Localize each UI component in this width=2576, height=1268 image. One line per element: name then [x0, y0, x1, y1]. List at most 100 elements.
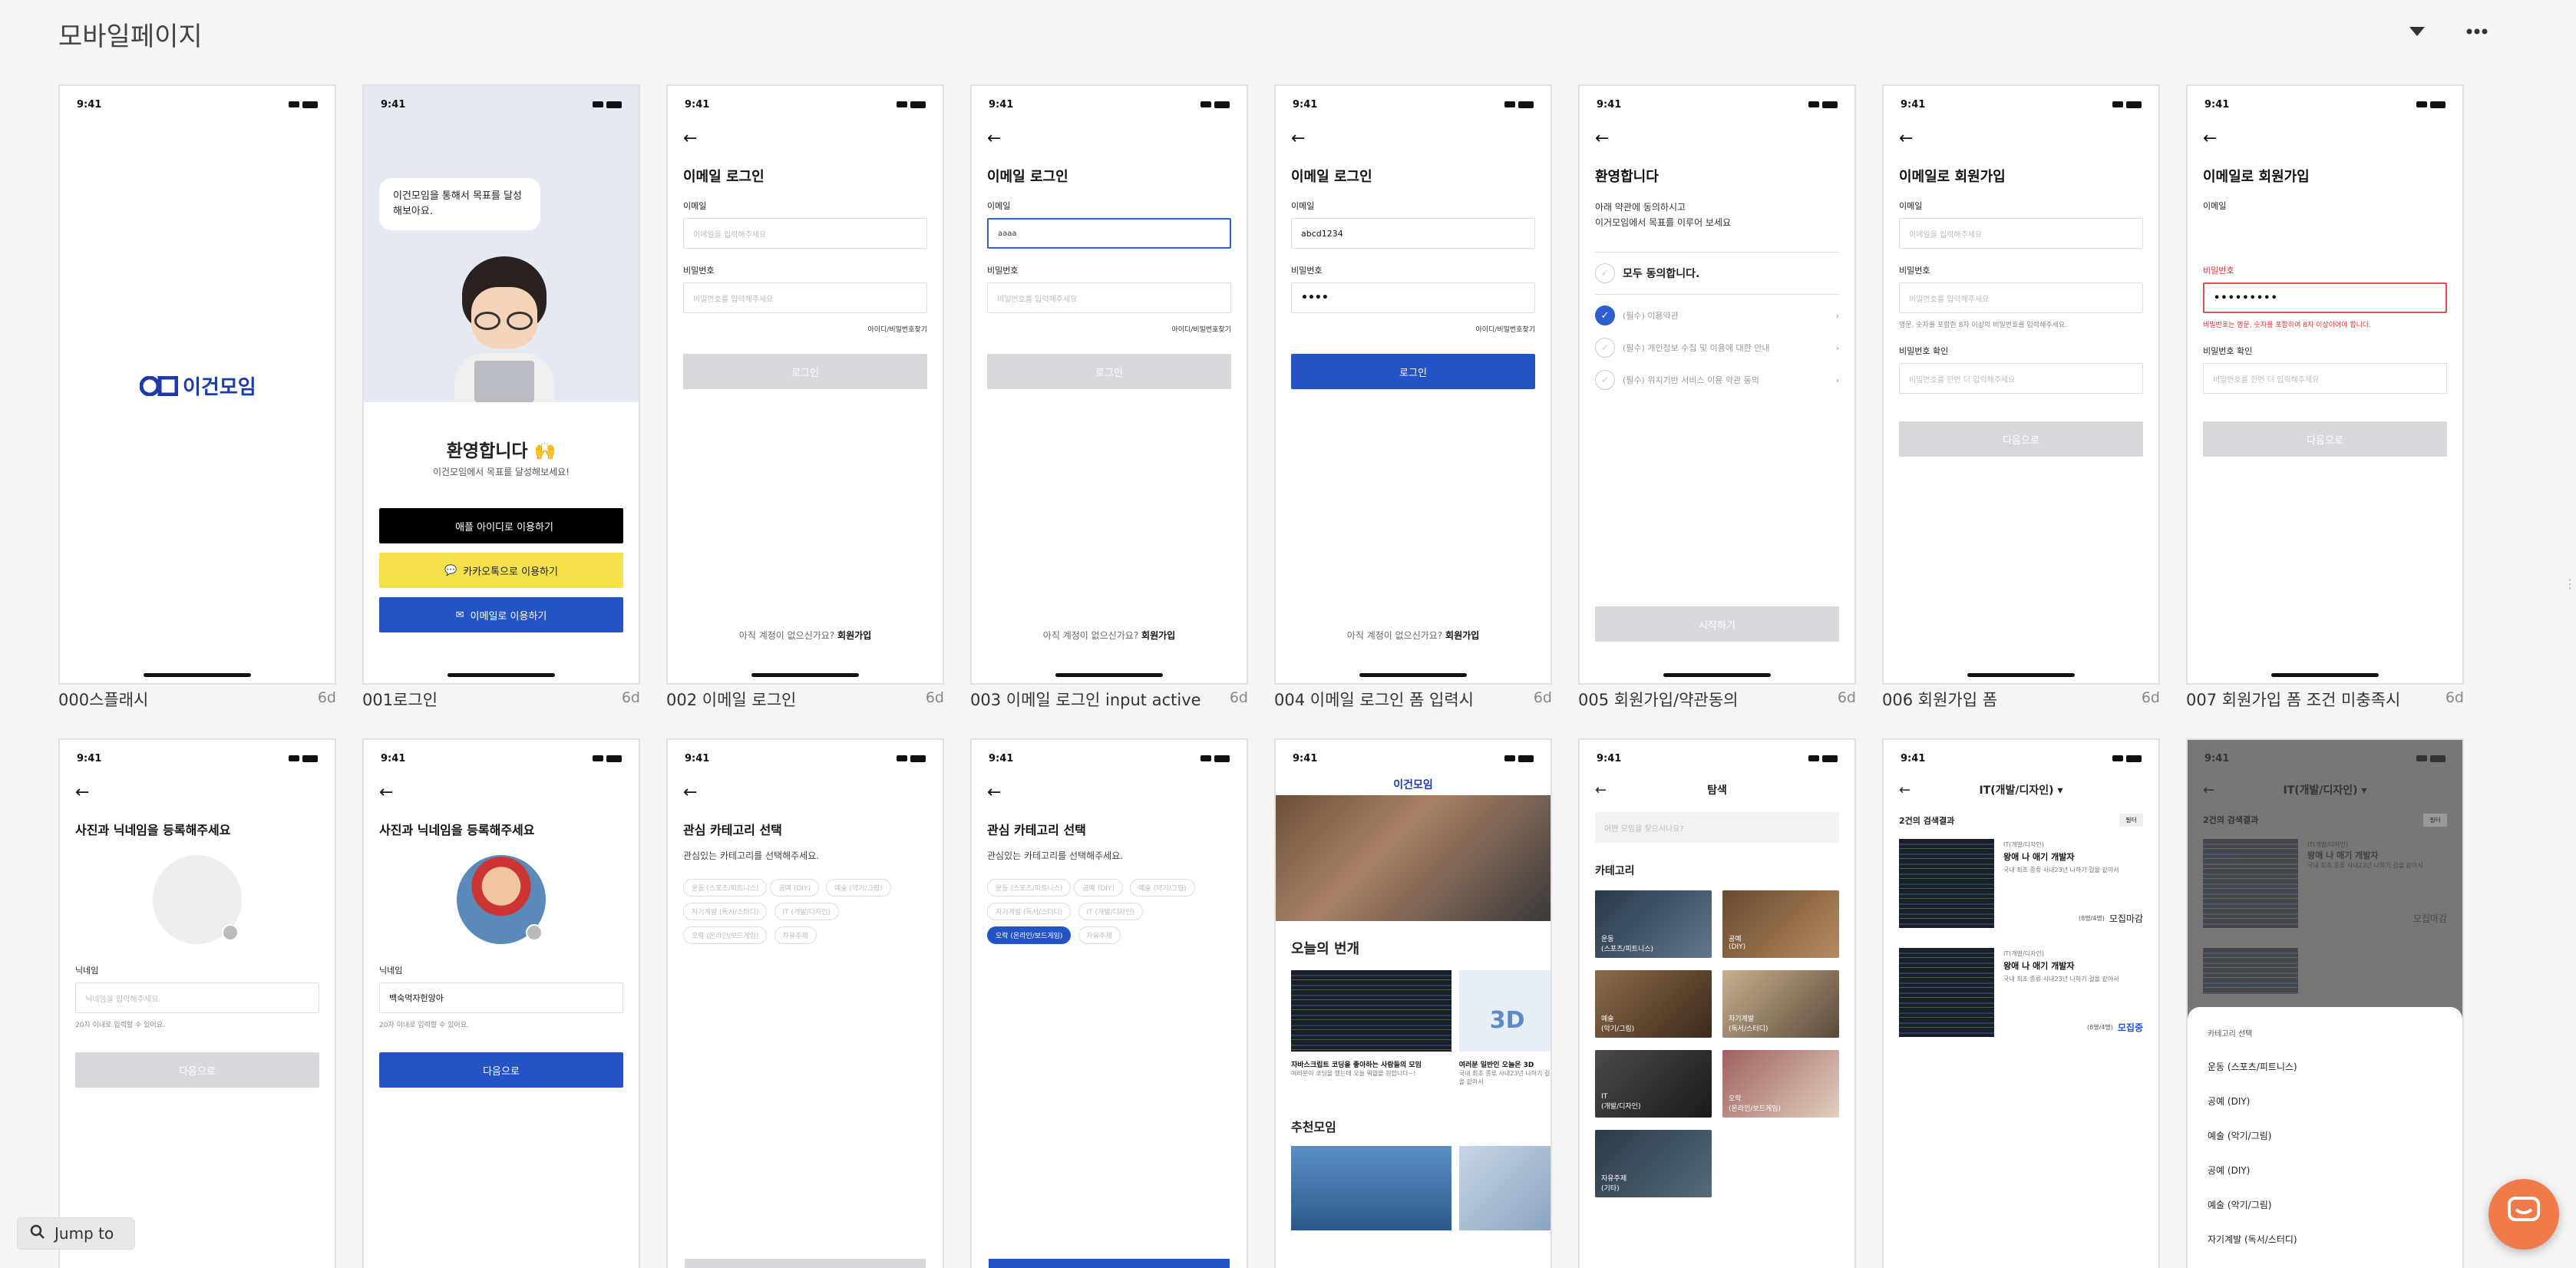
- drag-handle-icon[interactable]: ⋮: [2564, 578, 2576, 608]
- login-button[interactable]: 로그인: [1291, 354, 1535, 389]
- next-button[interactable]: 다음으로: [2203, 421, 2447, 457]
- avatar-photo[interactable]: [457, 855, 546, 944]
- more-icon[interactable]: [2464, 18, 2490, 45]
- check-circle-icon[interactable]: ✓: [1595, 370, 1615, 390]
- banner-image[interactable]: [1276, 795, 1551, 921]
- sheet-option[interactable]: 운동 (스포츠/피트니스): [2208, 1060, 2462, 1073]
- category-tile[interactable]: 자유주제 (기타): [1595, 1130, 1712, 1197]
- back-arrow-icon[interactable]: ←: [2203, 129, 2462, 150]
- back-arrow-icon[interactable]: ←: [1595, 129, 1854, 150]
- next-button-peek[interactable]: [989, 1259, 1230, 1268]
- list-item[interactable]: IT(개발/디자인) 왕애 나 애기 개발자 국내 최초 종류 사내23년 나하…: [1899, 839, 2143, 928]
- terms-row[interactable]: ✓ (필수) 개인정보 수집 및 이용에 대한 안내 ›: [1595, 332, 1839, 364]
- email-login-button[interactable]: ✉ 이메일로 이용하기: [379, 597, 623, 632]
- back-arrow-icon[interactable]: ←: [683, 783, 943, 804]
- recommend-card[interactable]: [1291, 1146, 1451, 1230]
- meetup-card[interactable]: 자바스크립트 코딩을 좋아하는 사람들의 모임 여러분이 코딩을 했는데 오늘 …: [1291, 970, 1451, 1086]
- category-tile[interactable]: 공예 (DIY): [1722, 890, 1839, 958]
- category-tile[interactable]: 자기계발 (독서/스터디): [1722, 970, 1839, 1038]
- category-chip-selected[interactable]: 오락 (온라인/보드게임): [987, 926, 1072, 944]
- sheet-option[interactable]: 공예 (DIY): [2208, 1164, 2462, 1177]
- check-circle-icon[interactable]: ✓: [1595, 338, 1615, 358]
- bottom-sheet[interactable]: 카테고리 선택 운동 (스포츠/피트니스) 공예 (DIY) 예술 (악기/그림…: [2188, 1007, 2462, 1268]
- back-arrow-icon[interactable]: ←: [987, 783, 1247, 804]
- next-button[interactable]: 다음으로: [75, 1052, 319, 1088]
- category-chip[interactable]: 자기계발 (독서/스터디): [987, 903, 1072, 920]
- kakao-login-button[interactable]: 💬 카카오톡으로 이용하기: [379, 553, 623, 588]
- recommend-card[interactable]: [1458, 1146, 1551, 1230]
- frame-email-login[interactable]: 9:41 ← 이메일 로그인 이메일 이메일을 입력해주세요 비밀번호 비밀번호…: [666, 84, 944, 685]
- password-confirm-field[interactable]: 비밀번호를 한번 더 입력해주세요: [2203, 363, 2447, 394]
- password-field[interactable]: •••••••••: [2203, 282, 2447, 313]
- signup-link[interactable]: 회원가입: [837, 630, 871, 641]
- filter-button[interactable]: 필터: [2119, 814, 2143, 827]
- search-input[interactable]: 어떤 모임을 찾으시나요?: [1595, 812, 1839, 843]
- login-button[interactable]: 로그인: [683, 354, 927, 389]
- sheet-option[interactable]: 공예 (DIY): [2208, 1095, 2462, 1108]
- back-arrow-icon[interactable]: ←: [379, 783, 639, 804]
- next-button-peek[interactable]: [685, 1259, 926, 1268]
- category-chip[interactable]: 자유주제: [774, 926, 817, 944]
- apple-login-button[interactable]: 애플 아이디로 이용하기: [379, 508, 623, 543]
- nickname-field[interactable]: 닉네임을 입력해주세요.: [75, 982, 319, 1013]
- email-field[interactable]: abcd1234: [1291, 218, 1535, 249]
- category-tile[interactable]: IT (개발/디자인): [1595, 1050, 1712, 1118]
- sheet-option[interactable]: 예술 (악기/그림): [2208, 1129, 2462, 1142]
- back-arrow-icon[interactable]: ←: [683, 129, 943, 150]
- sheet-option[interactable]: 예술 (악기/그림): [2208, 1198, 2462, 1211]
- back-arrow-icon[interactable]: ←: [987, 129, 1247, 150]
- frame-profile-filled[interactable]: 9:41 ← 사진과 닉네임을 등록해주세요 닉네임 백숙먹자헌앙아 20자 이…: [362, 738, 640, 1268]
- password-confirm-field[interactable]: 비밀번호를 한번 더 입력해주세요: [1899, 363, 2143, 394]
- back-arrow-icon[interactable]: ←: [1291, 129, 1551, 150]
- frame-explore[interactable]: 9:41 ← 탐색 어떤 모임을 찾으시나요? 카테고리 운동 (스포츠/피트니스…: [1578, 738, 1856, 1268]
- signup-link[interactable]: 회원가입: [1141, 630, 1175, 641]
- password-field[interactable]: ••••: [1291, 282, 1535, 313]
- category-chip[interactable]: 공예 (DIY): [1074, 879, 1123, 897]
- email-field[interactable]: aaaa: [987, 218, 1231, 249]
- password-field[interactable]: 비밀번호를 입력해주세요: [1899, 282, 2143, 313]
- terms-row[interactable]: ✓ (필수) 위치기반 서비스 이용 약관 동의 ›: [1595, 364, 1839, 396]
- login-button[interactable]: 로그인: [987, 354, 1231, 389]
- category-chip[interactable]: 자기계발 (독서/스터디): [683, 903, 768, 920]
- avatar-placeholder[interactable]: [153, 855, 242, 944]
- frame-signup[interactable]: 9:41 ← 이메일로 회원가입 이메일 이메일을 입력해주세요 비밀번호 비밀…: [1882, 84, 2160, 685]
- category-dropdown[interactable]: IT(개발/디자인) ▾: [2188, 782, 2462, 797]
- category-chip[interactable]: 공예 (DIY): [770, 879, 819, 897]
- category-chip[interactable]: IT (개발/디자인): [1078, 903, 1143, 920]
- category-dropdown[interactable]: IT(개발/디자인) ▾: [1884, 782, 2158, 797]
- signup-link[interactable]: 회원가입: [1445, 630, 1479, 641]
- category-tile[interactable]: 예술 (악기/그림): [1595, 970, 1712, 1038]
- category-chip[interactable]: 예술 (악기/그림): [1130, 879, 1195, 897]
- email-field[interactable]: 이메일을 입력해주세요: [1899, 218, 2143, 249]
- frame-category-selected[interactable]: 9:41 ← 관심 카테고리 선택 관심있는 카테고리를 선택해주세요. 운동 …: [970, 738, 1248, 1268]
- frame-home-feed[interactable]: 9:41 이건모임 오늘의 번개 자바스크립트 코딩을 좋아하는 사람들의 모임…: [1274, 738, 1552, 1268]
- agree-all-row[interactable]: ✓ 모두 동의합니다.: [1595, 252, 1839, 295]
- chat-support-button[interactable]: [2488, 1179, 2559, 1250]
- next-button[interactable]: 다음으로: [1899, 421, 2143, 457]
- find-account-link[interactable]: 아이디/비밀번호찾기: [1276, 324, 1535, 334]
- terms-row[interactable]: ✓ (필수) 이용약관 ›: [1595, 299, 1839, 332]
- meetup-card[interactable]: 3D 여러분 일반인 오늘은 3D 국내 최초 종류 사내23년 나하기 걸을 …: [1458, 970, 1551, 1086]
- category-chip[interactable]: 자유주제: [1078, 926, 1121, 944]
- category-chip[interactable]: 오락 (온라인/보드게임): [683, 926, 768, 944]
- category-chip[interactable]: 운동 (스포츠/피트니스): [987, 879, 1072, 897]
- frame-search-list[interactable]: 9:41 ← IT(개발/디자인) ▾ 2건의 검색결과 필터 IT(개발/디자…: [1882, 738, 2160, 1268]
- frame-category-select[interactable]: 9:41 ← 관심 카테고리 선택 관심있는 카테고리를 선택해주세요. 운동 …: [666, 738, 944, 1268]
- frame-splash[interactable]: 9:41 이건모임: [58, 84, 336, 685]
- frame-signup-error[interactable]: 9:41 ← 이메일로 회원가입 이메일 비밀번호 ••••••••• 비밀번호…: [2186, 84, 2464, 685]
- frame-terms[interactable]: 9:41 ← 환영합니다 아래 약관에 동의하시고 이거모임에서 목표를 이루어 …: [1578, 84, 1856, 685]
- start-button[interactable]: 시작하기: [1595, 606, 1839, 642]
- frame-login[interactable]: 9:41 이건모임을 통해서 목표를 달성해보아요. 환영합니다 🙌 이건모임에…: [362, 84, 640, 685]
- frame-profile-empty[interactable]: 9:41 ← 사진과 닉네임을 등록해주세요 닉네임 닉네임을 입력해주세요. …: [58, 738, 336, 1268]
- frame-email-login-active[interactable]: 9:41 ← 이메일 로그인 이메일 aaaa 비밀번호 비밀번호를 입력해주세…: [970, 84, 1248, 685]
- password-field[interactable]: 비밀번호를 입력해주세요: [683, 282, 927, 313]
- jump-to-button[interactable]: Jump to: [17, 1217, 135, 1250]
- find-account-link[interactable]: 아이디/비밀번호찾기: [972, 324, 1231, 334]
- back-arrow-icon[interactable]: ←: [75, 783, 335, 804]
- camera-icon[interactable]: [222, 924, 239, 941]
- next-button[interactable]: 다음으로: [379, 1052, 623, 1088]
- frame-email-login-filled[interactable]: 9:41 ← 이메일 로그인 이메일 abcd1234 비밀번호 •••• 아이…: [1274, 84, 1552, 685]
- email-field-empty[interactable]: [2203, 218, 2447, 249]
- find-account-link[interactable]: 아이디/비밀번호찾기: [668, 324, 927, 334]
- check-circle-icon[interactable]: ✓: [1595, 263, 1615, 283]
